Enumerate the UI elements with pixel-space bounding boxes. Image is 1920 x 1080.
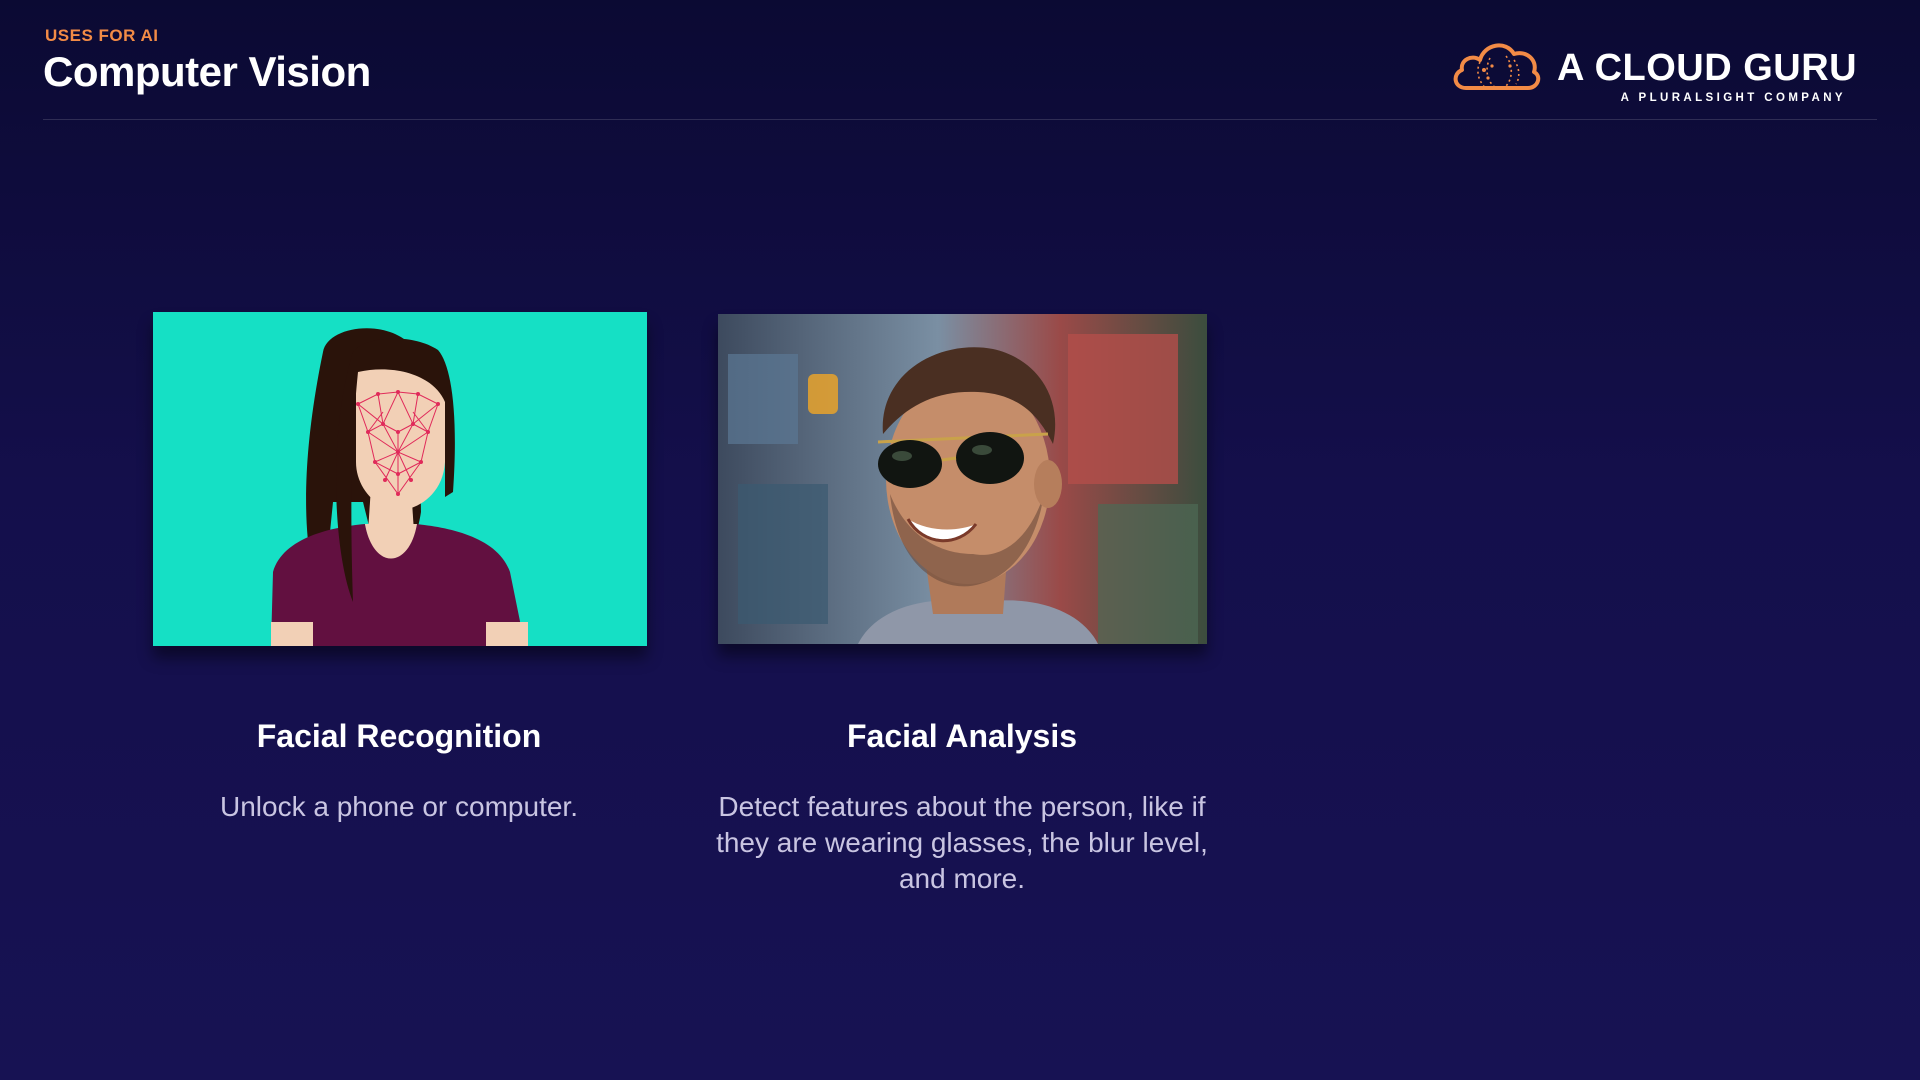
brand-tagline: A PLURALSIGHT COMPANY bbox=[1620, 92, 1846, 104]
card-description-facial-recognition: Unlock a phone or computer. bbox=[220, 791, 578, 822]
card-title-facial-analysis: Facial Analysis bbox=[846, 718, 1078, 754]
facial-recognition-image bbox=[153, 312, 647, 646]
smiling-man-sunglasses-photo bbox=[718, 314, 1207, 644]
face-mesh-illustration bbox=[153, 312, 647, 646]
section-eyebrow: USES FOR AI bbox=[45, 26, 159, 45]
card-description-facial-analysis: Detect features about the person, like i… bbox=[716, 791, 1208, 894]
page-title: Computer Vision bbox=[43, 48, 371, 95]
cloud-logo-icon bbox=[1453, 43, 1541, 90]
header-divider bbox=[43, 119, 1877, 120]
brand-logo: A CLOUD GURU A PLURALSIGHT COMPANY bbox=[1450, 36, 1857, 108]
slide: USES FOR AI Computer Vision A CLOUD GURU… bbox=[0, 0, 1920, 1080]
facial-analysis-image bbox=[718, 314, 1207, 644]
card-title-facial-recognition: Facial Recognition bbox=[256, 718, 542, 754]
brand-name: A CLOUD GURU bbox=[1557, 47, 1858, 89]
